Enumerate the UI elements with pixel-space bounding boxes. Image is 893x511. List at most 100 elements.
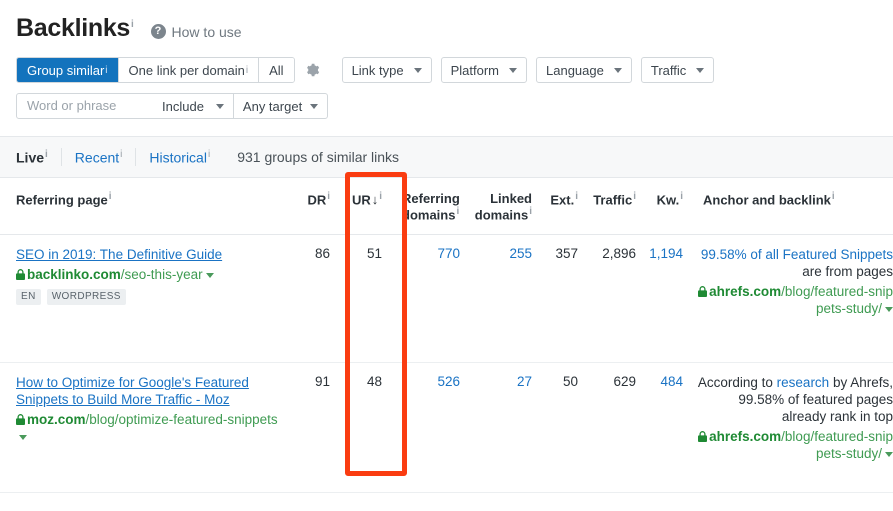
page-title-info-icon[interactable]: i: [131, 19, 134, 30]
cell-anchor-and-backlink: 99.58% of all Featured Snippets are from…: [693, 234, 893, 364]
referring-page-domain: moz.com: [27, 412, 86, 428]
cell-kw-value[interactable]: 484: [646, 374, 693, 389]
column-info-icon[interactable]: i: [633, 191, 636, 202]
referring-page-domain: backlinko.com: [27, 267, 121, 283]
chevron-down-icon[interactable]: [205, 273, 214, 279]
cell-linked-domains-value[interactable]: 255: [470, 246, 542, 261]
cell-referring-domains: 526: [392, 362, 470, 494]
how-to-use-link[interactable]: ? How to use: [150, 24, 242, 40]
column-header-ur-label: UR: [351, 192, 371, 208]
search-box: Word or phrase Include Any target: [16, 93, 329, 119]
title-row: Backlinksi ? How to use: [16, 14, 877, 43]
column-header-dr-label: DR: [307, 192, 327, 208]
referring-page-title-link[interactable]: How to Optimize for Google's Featured Sn…: [16, 374, 278, 408]
tab-historical-label: Historical: [149, 149, 207, 166]
tag-language: EN: [16, 289, 41, 306]
gear-icon[interactable]: [304, 62, 320, 78]
column-header-kw[interactable]: Kw.i: [646, 178, 693, 236]
column-info-icon[interactable]: i: [327, 191, 330, 202]
target-dropdown[interactable]: Any target: [232, 94, 327, 118]
column-info-icon[interactable]: i: [680, 191, 683, 202]
tab-live[interactable]: Livei: [16, 149, 48, 166]
tab-historical[interactable]: Historicali: [149, 149, 210, 166]
tab-recent-info-icon[interactable]: i: [120, 149, 122, 160]
tab-recent[interactable]: Recenti: [75, 149, 123, 166]
column-info-icon[interactable]: i: [575, 191, 578, 202]
filter-link-type[interactable]: Link type: [341, 57, 432, 83]
column-header-anchor-and-backlink[interactable]: Anchor and backlinki: [693, 178, 893, 236]
column-header-dr[interactable]: DRi: [288, 178, 340, 236]
column-header-referring-page[interactable]: Referring pagei: [0, 178, 288, 236]
segment-group-similar-info-icon[interactable]: i: [105, 65, 107, 76]
page-title-text: Backlinks: [16, 14, 131, 42]
lock-icon: [698, 429, 708, 443]
backlink-domain: ahrefs.com: [709, 429, 782, 445]
filter-traffic[interactable]: Traffic: [640, 57, 715, 83]
table-row: How to Optimize for Google's Featured Sn…: [0, 362, 893, 494]
page-title: Backlinksi: [16, 14, 134, 43]
tab-recent-label: Recent: [74, 149, 120, 166]
filter-platform-label: Platform: [450, 62, 500, 78]
filter-traffic-label: Traffic: [650, 62, 687, 78]
backlink-url[interactable]: ahrefs.com/blog/featured-snippets-study/: [693, 428, 893, 462]
column-header-linked-domains[interactable]: Linked domainsi: [470, 178, 542, 236]
cell-referring-page: SEO in 2019: The Definitive Guide backli…: [0, 234, 288, 364]
cell-anchor-and-backlink: According to research by Ahrefs, 99.58% …: [693, 362, 893, 494]
cell-ext: 357: [542, 234, 588, 364]
cell-ur: 48: [340, 362, 392, 494]
cell-linked-domains-value[interactable]: 27: [470, 374, 542, 389]
segment-one-link-per-domain-label: One link per domain: [128, 62, 245, 78]
column-info-icon[interactable]: i: [529, 206, 532, 217]
mode-tab-strip: Livei Recenti Historicali 931 groups of …: [0, 136, 893, 178]
tab-historical-info-icon[interactable]: i: [208, 149, 210, 160]
cell-traffic-value: 629: [613, 374, 636, 390]
chevron-down-icon[interactable]: [19, 435, 27, 441]
segment-group-similar-label: Group similar: [27, 62, 105, 78]
cell-referring-domains-value[interactable]: 526: [392, 374, 470, 389]
question-mark-icon: ?: [150, 24, 166, 39]
referring-page-url[interactable]: backlinko.com/seo-this-year: [16, 266, 278, 283]
column-info-icon[interactable]: i: [456, 206, 459, 217]
referring-page-path: /blog/optimize-featured-snippets: [85, 412, 278, 428]
cell-dr-value: 91: [314, 374, 330, 390]
column-info-icon[interactable]: i: [379, 191, 382, 202]
cell-ext-value: 50: [562, 374, 578, 390]
filter-language[interactable]: Language: [536, 57, 632, 83]
sort-descending-icon[interactable]: ↓: [372, 192, 379, 207]
segment-one-link-per-domain[interactable]: One link per domain i: [118, 58, 260, 82]
referring-page-title-link[interactable]: SEO in 2019: The Definitive Guide: [16, 246, 278, 263]
anchor-text-link[interactable]: research: [777, 375, 830, 390]
cell-linked-domains: 27: [470, 362, 542, 494]
segment-one-link-per-domain-info-icon[interactable]: i: [246, 65, 248, 76]
cell-ext-value: 357: [555, 246, 578, 262]
column-header-ext-label: Ext.: [550, 192, 575, 208]
cell-kw-value[interactable]: 1,194: [646, 246, 693, 261]
column-header-ur[interactable]: UR↓i: [340, 178, 392, 236]
backlink-url[interactable]: ahrefs.com/blog/featured-snippets-study/: [693, 283, 893, 317]
segment-all[interactable]: All: [259, 58, 294, 82]
controls-row: Group similar i One link per domain i All …: [16, 57, 877, 83]
segment-group-similar[interactable]: Group similar i: [17, 58, 119, 82]
chevron-down-icon[interactable]: [885, 307, 893, 313]
cell-ext: 50: [542, 362, 588, 494]
column-info-icon[interactable]: i: [832, 191, 835, 202]
anchor-text-link[interactable]: 99.58% of all Featured Snippets: [701, 247, 893, 262]
tab-live-info-icon[interactable]: i: [45, 149, 48, 160]
cell-ur-value: 51: [366, 246, 382, 262]
lock-icon: [16, 267, 25, 281]
search-mode-dropdown[interactable]: Include: [153, 94, 233, 118]
lock-icon: [698, 284, 708, 298]
filter-platform[interactable]: Platform: [440, 57, 528, 83]
cell-referring-domains-value[interactable]: 770: [392, 246, 470, 261]
referring-page-url[interactable]: moz.com/blog/optimize-featured-snippets: [16, 411, 278, 445]
target-label: Any target: [242, 98, 303, 114]
column-header-referring-domains[interactable]: Referring domainsi: [392, 178, 470, 236]
search-input[interactable]: Word or phrase: [17, 94, 153, 118]
table-header-row: Referring pagei DRi UR↓i Referring domai…: [0, 178, 893, 236]
column-info-icon[interactable]: i: [109, 191, 112, 202]
column-header-ext[interactable]: Ext.i: [542, 178, 588, 236]
chevron-down-icon[interactable]: [885, 452, 893, 458]
column-header-traffic[interactable]: Traffici: [588, 178, 646, 236]
cell-dr: 91: [288, 362, 340, 494]
cell-traffic-value: 2,896: [602, 246, 636, 262]
